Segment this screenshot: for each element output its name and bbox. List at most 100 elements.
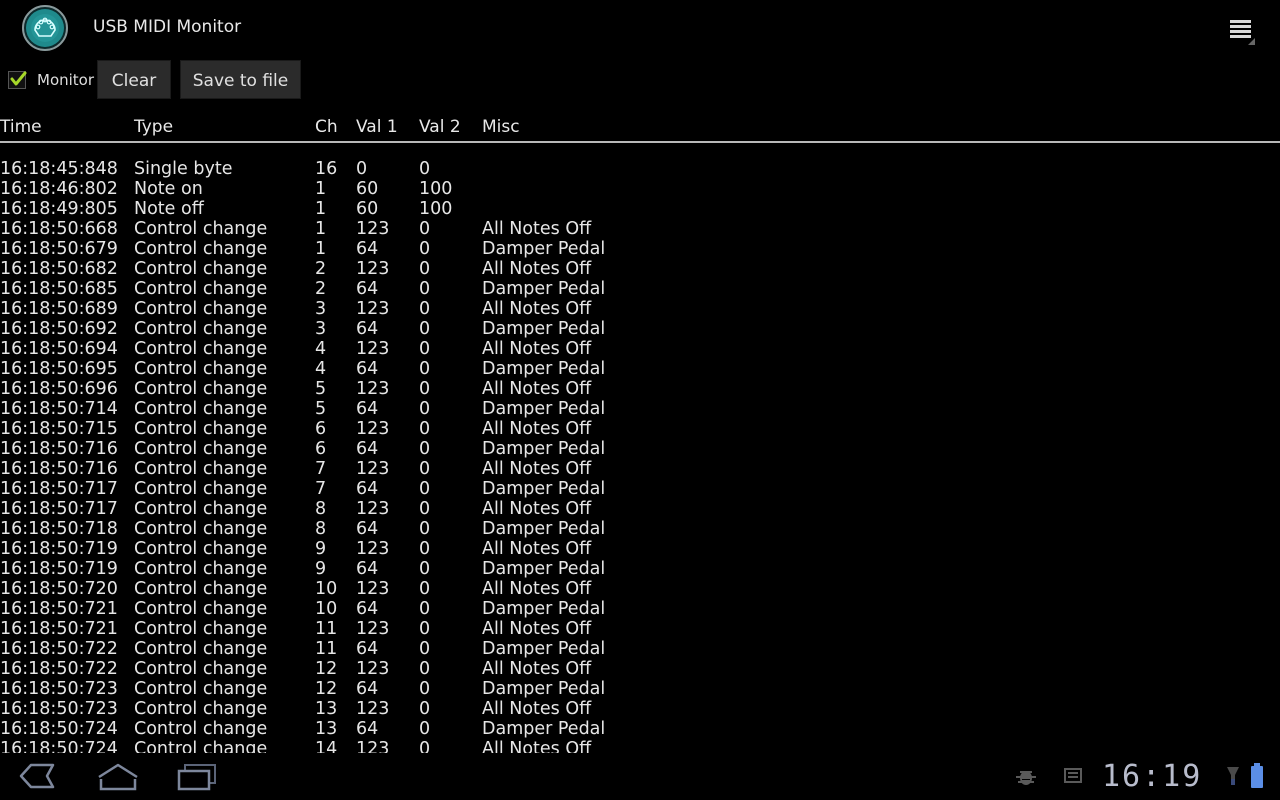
- table-row[interactable]: 16:18:50:668 Control change 1 123 0 All Notes…: [0, 219, 1280, 239]
- table-row[interactable]: 16:18:50:679 Control change 1 64 0 Damper Ped…: [0, 239, 1280, 259]
- monitor-label[interactable]: Monitor: [37, 71, 94, 89]
- table-row[interactable]: 16:18:45:848 Single byte 16 0 0: [0, 159, 1280, 179]
- cell-val2: 0: [419, 659, 431, 679]
- cell-time: 16:18:50:723: [0, 699, 118, 719]
- usb-debugging-icon[interactable]: [1013, 767, 1039, 791]
- cell-val2: 0: [419, 319, 431, 339]
- table-row[interactable]: 16:18:50:682 Control change 2 123 0 All Notes…: [0, 259, 1280, 279]
- table-row[interactable]: 16:18:46:802 Note on 1 60 100: [0, 179, 1280, 199]
- cell-misc: All Notes Off: [482, 339, 592, 359]
- cell-time: 16:18:50:720: [0, 579, 118, 599]
- cell-type: Control change: [134, 219, 268, 239]
- save-to-file-button[interactable]: Save to file: [180, 60, 301, 99]
- battery-icon: [1250, 763, 1264, 793]
- cell-channel: 5: [315, 399, 327, 419]
- cell-val1: 64: [356, 399, 379, 419]
- cell-val1: 123: [356, 459, 390, 479]
- table-row[interactable]: 16:18:50:719 Control change 9 64 0 Damper Ped…: [0, 559, 1280, 579]
- cell-channel: 1: [315, 199, 327, 219]
- table-row[interactable]: 16:18:50:717 Control change 8 123 0 All Notes…: [0, 499, 1280, 519]
- header-type: Type: [134, 117, 174, 137]
- cell-val1: 123: [356, 699, 390, 719]
- cell-channel: 13: [315, 719, 338, 739]
- cell-channel: 6: [315, 419, 327, 439]
- cell-val1: 123: [356, 219, 390, 239]
- midi-din-connector-icon[interactable]: [21, 4, 69, 52]
- system-clock[interactable]: 16:19: [1102, 759, 1202, 794]
- table-row[interactable]: 16:18:50:718 Control change 8 64 0 Damper Ped…: [0, 519, 1280, 539]
- cell-misc: Damper Pedal: [482, 279, 606, 299]
- table-row[interactable]: 16:18:50:715 Control change 6 123 0 All Notes…: [0, 419, 1280, 439]
- action-bar: USB MIDI Monitor: [0, 0, 1280, 56]
- cell-val1: 64: [356, 559, 379, 579]
- monitor-checkbox[interactable]: [8, 71, 27, 89]
- table-row[interactable]: 16:18:50:716 Control change 6 64 0 Damper Ped…: [0, 439, 1280, 459]
- cell-val1: 123: [356, 299, 390, 319]
- cell-time: 16:18:50:692: [0, 319, 118, 339]
- cell-type: Control change: [134, 359, 268, 379]
- cell-type: Note off: [134, 199, 204, 219]
- table-row[interactable]: 16:18:50:719 Control change 9 123 0 All Notes…: [0, 539, 1280, 559]
- table-row[interactable]: 16:18:50:717 Control change 7 64 0 Damper Ped…: [0, 479, 1280, 499]
- table-row[interactable]: 16:18:50:694 Control change 4 123 0 All Notes…: [0, 339, 1280, 359]
- menu-line: [1230, 30, 1251, 33]
- recent-apps-icon[interactable]: [173, 759, 223, 793]
- cell-misc: All Notes Off: [482, 739, 592, 753]
- cell-type: Control change: [134, 519, 268, 539]
- table-row[interactable]: 16:18:50:721 Control change 10 64 0 Damper Pe…: [0, 599, 1280, 619]
- table-row[interactable]: 16:18:50:723 Control change 13 123 0 All Note…: [0, 699, 1280, 719]
- table-row[interactable]: 16:18:50:722 Control change 12 123 0 All Note…: [0, 659, 1280, 679]
- table-row[interactable]: 16:18:50:716 Control change 7 123 0 All Notes…: [0, 459, 1280, 479]
- midi-event-list[interactable]: 16:18:45:848 Single byte 16 0 0 16:18:46:802 N…: [0, 159, 1280, 753]
- table-row[interactable]: 16:18:50:685 Control change 2 64 0 Damper Ped…: [0, 279, 1280, 299]
- keyboard-notification-icon[interactable]: [1063, 767, 1085, 791]
- cell-type: Control change: [134, 439, 268, 459]
- cell-val1: 64: [356, 279, 379, 299]
- cell-misc: All Notes Off: [482, 379, 592, 399]
- cell-val1: 64: [356, 439, 379, 459]
- cell-time: 16:18:50:721: [0, 619, 118, 639]
- cell-val2: 0: [419, 479, 431, 499]
- cell-type: Control change: [134, 419, 268, 439]
- back-icon[interactable]: [13, 759, 63, 793]
- cell-val1: 64: [356, 679, 379, 699]
- cell-misc: Damper Pedal: [482, 519, 606, 539]
- table-row[interactable]: 16:18:50:721 Control change 11 123 0 All Note…: [0, 619, 1280, 639]
- table-row[interactable]: 16:18:50:723 Control change 12 64 0 Damper Pe…: [0, 679, 1280, 699]
- table-row[interactable]: 16:18:50:724 Control change 14 123 0 All Note…: [0, 739, 1280, 753]
- table-row[interactable]: 16:18:50:689 Control change 3 123 0 All Notes…: [0, 299, 1280, 319]
- table-row[interactable]: 16:18:49:805 Note off 1 60 100: [0, 199, 1280, 219]
- cell-val2: 0: [419, 679, 431, 699]
- table-row[interactable]: 16:18:50:696 Control change 5 123 0 All Notes…: [0, 379, 1280, 399]
- cell-val2: 0: [419, 639, 431, 659]
- cell-time: 16:18:50:723: [0, 679, 118, 699]
- table-header: Time Type Ch Val 1 Val 2 Misc: [0, 117, 1280, 143]
- cell-val1: 60: [356, 199, 379, 219]
- table-row[interactable]: 16:18:50:692 Control change 3 64 0 Damper Ped…: [0, 319, 1280, 339]
- cell-channel: 2: [315, 259, 327, 279]
- cell-val2: 0: [419, 239, 431, 259]
- home-icon[interactable]: [93, 759, 143, 793]
- cell-val2: 0: [419, 439, 431, 459]
- table-row[interactable]: 16:18:50:714 Control change 5 64 0 Damper Ped…: [0, 399, 1280, 419]
- cell-val1: 123: [356, 379, 390, 399]
- cell-misc: All Notes Off: [482, 539, 592, 559]
- cell-misc: All Notes Off: [482, 579, 592, 599]
- header-time: Time: [0, 117, 42, 137]
- cell-misc: Damper Pedal: [482, 239, 606, 259]
- cell-time: 16:18:50:716: [0, 459, 118, 479]
- cell-val2: 0: [419, 579, 431, 599]
- cell-channel: 9: [315, 539, 327, 559]
- menu-line: [1230, 25, 1251, 28]
- header-val2: Val 2: [419, 117, 461, 137]
- overflow-menu-icon[interactable]: [1226, 16, 1258, 48]
- table-row[interactable]: 16:18:50:720 Control change 10 123 0 All Note…: [0, 579, 1280, 599]
- cell-type: Control change: [134, 499, 268, 519]
- cell-val1: 123: [356, 579, 390, 599]
- table-row[interactable]: 16:18:50:722 Control change 11 64 0 Damper Pe…: [0, 639, 1280, 659]
- cell-val2: 0: [419, 559, 431, 579]
- app-title: USB MIDI Monitor: [93, 17, 242, 37]
- table-row[interactable]: 16:18:50:724 Control change 13 64 0 Damper Pe…: [0, 719, 1280, 739]
- clear-button[interactable]: Clear: [97, 60, 171, 99]
- table-row[interactable]: 16:18:50:695 Control change 4 64 0 Damper Ped…: [0, 359, 1280, 379]
